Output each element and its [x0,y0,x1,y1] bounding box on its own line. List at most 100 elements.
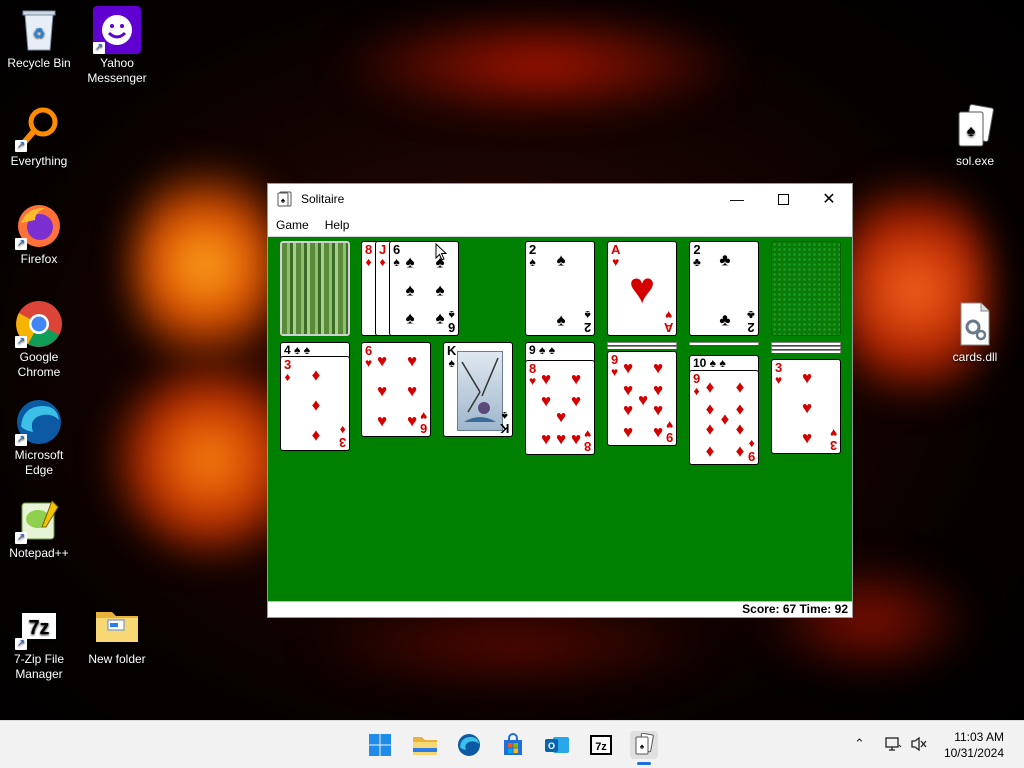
tableau-card[interactable]: 9 ♥ ♥ ♥ ♥ ♥ ♥ ♥ ♥ ♥ ♥ 9 ♥ [607,351,677,446]
desktop-icon-label: Yahoo Messenger [87,56,147,85]
foundation-pile[interactable]: 2 ♠ ♠ ♠ 2 ♠ [525,241,595,336]
recycle-bin-icon: ♻ [15,6,63,54]
window-title: Solitaire [301,192,345,206]
edge-icon [458,734,480,756]
solitaire-cards-icon: ♠ [635,733,654,755]
desktop-icon-yahoo-messenger[interactable]: ↗ Yahoo Messenger [78,6,156,86]
taskbar-store[interactable] [499,731,527,759]
taskbar-edge[interactable] [455,731,483,759]
minimize-icon: — [730,191,744,207]
status-bar: Score: 67 Time: 92 [268,601,852,617]
taskbar-outlook[interactable]: O [543,731,571,759]
close-icon: ✕ [822,191,836,208]
shortcut-arrow-icon: ↗ [93,42,105,54]
shortcut-arrow-icon: ↗ [15,638,27,650]
score-time-text: Score: 67 Time: 92 [742,602,848,616]
waste-top-card[interactable]: 6 ♠ ♠ ♠ ♠ ♠ ♠ ♠ 6 ♠ [389,241,459,336]
active-app-indicator [637,762,651,765]
speaker-muted-icon[interactable] [910,736,928,755]
desktop-icon-recycle-bin[interactable]: ♻ Recycle Bin [0,6,78,71]
desktop-icon-microsoft-edge[interactable]: ↗ Microsoft Edge [0,398,78,478]
microsoft-store-icon [504,733,522,755]
network-icon[interactable] [884,736,902,755]
tableau-card[interactable]: 3 ♥ ♥ ♥ ♥ 3 ♥ [771,359,841,454]
solitaire-cards-icon: ♠ [951,104,999,152]
menu-game[interactable]: Game [268,218,317,232]
start-button[interactable] [366,731,394,759]
tableau-card-edge [771,350,841,353]
everything-search-icon: ↗ [15,104,63,152]
file-explorer-icon [413,737,437,755]
show-hidden-icons-chevron-icon[interactable]: ⌃ [854,736,865,752]
svg-text:7z: 7z [28,617,49,639]
solitaire-window: ♠ Solitaire — ✕ Game Help 8 ♦ J ♦ 6 ♠ ♠ ♠ ♠… [267,183,853,618]
stock-pile[interactable] [280,241,350,336]
7zip-icon: 7z [590,735,612,755]
desktop-icon-label: Everything [10,154,68,168]
edge-icon: ↗ [15,398,63,446]
desktop-icon-label: cards.dll [952,350,998,364]
clock-time: 11:03 AM [954,730,1004,744]
tableau-card[interactable]: 3 ♦ ♦ ♦ ♦ 3 ♦ [280,356,350,451]
tableau-card-edge [607,342,677,345]
shortcut-arrow-icon: ↗ [15,140,27,152]
menu-help[interactable]: Help [317,218,358,232]
desktop-icon-label: 7-Zip File Manager [13,652,64,681]
notepad-plus-plus-icon: ↗ [15,496,63,544]
tableau-card-edge [771,346,841,349]
firefox-icon: ↗ [15,202,63,250]
desktop-icon-everything[interactable]: ↗ Everything [0,104,78,169]
desktop-icon-sol-exe[interactable]: ♠ sol.exe [936,104,1014,169]
outlook-icon: O [545,737,569,753]
shortcut-arrow-icon: ↗ [15,532,27,544]
taskbar-solitaire[interactable]: ♠ [630,731,658,765]
tableau-card[interactable]: 6 ♥ ♥ ♥ ♥ ♥ ♥ ♥ 6 ♥ [361,342,431,437]
close-button[interactable]: ✕ [806,184,852,214]
taskbar-file-explorer[interactable] [411,731,439,759]
game-felt[interactable]: 8 ♦ J ♦ 6 ♠ ♠ ♠ ♠ ♠ ♠ ♠ 6 ♠ 2 ♠ ♠ ♠ 2 ♠ A ♥ ♥ [268,237,852,601]
desktop-icon-notepad-plus-plus[interactable]: ↗ Notepad++ [0,496,78,561]
desktop-icon-label: Recycle Bin [7,56,71,70]
foundation-pile[interactable]: 2 ♣ ♣ ♣ 2 ♣ [689,241,759,336]
desktop-icon-label: New folder [88,652,146,666]
shortcut-arrow-icon: ↗ [15,238,27,250]
desktop-icon-firefox[interactable]: ↗ Firefox [0,202,78,267]
maximize-icon [777,193,789,205]
shortcut-arrow-icon: ↗ [15,336,27,348]
tableau-card[interactable]: 9 ♦ ♦ ♦ ♦ ♦ ♦ ♦ ♦ ♦ ♦ 9 ♦ [689,370,759,465]
desktop-icon-new-folder[interactable]: New folder [78,602,156,667]
clock-date: 10/31/2024 [943,746,1004,760]
title-bar[interactable]: ♠ Solitaire — ✕ [268,184,852,214]
desktop-icon-label: sol.exe [955,154,995,168]
king-face-art [457,351,503,431]
maximize-button[interactable] [760,184,806,214]
solitaire-app-icon: ♠ [277,191,292,207]
dll-file-icon [951,300,999,348]
desktop-icon-label: Microsoft Edge [14,448,64,477]
svg-text:♻: ♻ [33,25,46,41]
svg-text:O: O [548,741,555,751]
minimize-button[interactable]: — [714,184,760,214]
desktop-icon-label: Google Chrome [17,350,61,379]
desktop-icon-google-chrome[interactable]: ↗ Google Chrome [0,300,78,380]
windows-start-icon [369,734,391,756]
foundation-pile[interactable]: A ♥ ♥ A ♥ [607,241,677,336]
foundation-pile-empty[interactable] [771,241,841,336]
chrome-icon: ↗ [15,300,63,348]
wallpaper-glow [840,160,990,420]
tableau-card-edge [607,346,677,349]
desktop-icon-cards-dll[interactable]: cards.dll [936,300,1014,365]
wallpaper-glow [130,150,280,380]
taskbar: O 7z ♠ ⌃ 11:03 AM 10/31/2024 [0,720,1024,768]
wallpaper-glow [330,10,750,120]
svg-text:♠: ♠ [967,123,976,140]
desktop-icon-label: Firefox [20,252,58,266]
mouse-cursor-icon [435,243,447,261]
menu-bar: Game Help [268,214,852,237]
tableau-card[interactable]: K ♠ K ♠ [443,342,513,437]
system-clock[interactable]: 11:03 AM 10/31/2024 [944,729,1004,761]
tableau-card[interactable]: 8 ♥ ♥ ♥ ♥ ♥ ♥ ♥ ♥ ♥ 8 ♥ [525,360,595,455]
taskbar-7zip[interactable]: 7z [587,731,615,759]
desktop-icon-7zip[interactable]: 7z ↗ 7-Zip File Manager [0,602,78,682]
tableau-card-edge [689,342,759,345]
